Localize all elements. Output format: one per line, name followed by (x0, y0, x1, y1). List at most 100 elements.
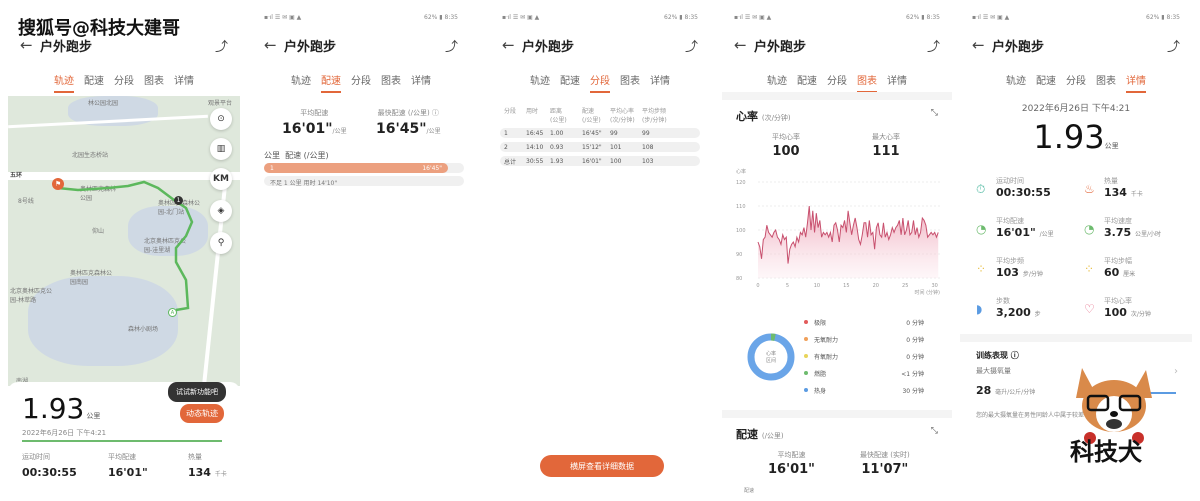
person-pin-icon[interactable]: ⚲ (210, 232, 232, 254)
status-bar: ▪ᐧıl ☰ ✉ ▣ ▲ 62% ▮ 8:35 (502, 14, 698, 21)
tab-pace[interactable]: 配速 (560, 72, 580, 93)
divider (722, 92, 952, 100)
back-arrow-icon[interactable]: ← (264, 36, 284, 54)
new-feature-tooltip: 试试新功能吧 (168, 382, 226, 402)
tab-charts[interactable]: 图表 (381, 72, 401, 93)
share-icon[interactable]: ⤴ (1167, 36, 1180, 55)
tab-charts[interactable]: 图表 (620, 72, 640, 93)
zone-dot-icon (804, 337, 808, 341)
detail-value: 60 厘米 (1104, 266, 1136, 279)
back-arrow-icon[interactable]: ← (734, 36, 754, 54)
avg-pace: 平均配速 16'01"/公里 (282, 109, 347, 137)
status-bar: ▪ᐧıl ☰ ✉ ▣ ▲ 62% ▮ 8:35 (264, 14, 458, 21)
header: ← 户外跑步 ⤴ (264, 36, 458, 55)
speed-gauge-icon: ◔ (1084, 222, 1095, 236)
tab-track[interactable]: 轨迹 (54, 72, 74, 93)
column-header: 平均步频 (步/分钟) (642, 108, 667, 124)
x-axis-label: 时间 (分钟) (915, 289, 941, 296)
fastest-pace: 最快配速 (/公里) ⓘ 16'45"/公里 (376, 109, 441, 137)
stat-duration: 运动时间 00:30:55 (22, 453, 77, 479)
end-marker-icon: A (168, 308, 177, 317)
landscape-view-button[interactable]: 横屏查看详细数据 (540, 455, 664, 477)
tab-charts[interactable]: 图表 (857, 72, 877, 93)
tab-bar: 轨迹 配速 分段 图表 详情 (722, 72, 952, 93)
share-icon[interactable]: ⤴ (685, 36, 698, 55)
detail-value: 100 次/分钟 (1104, 306, 1151, 319)
hr-zone-row: 有氧耐力 0 分钟 (804, 352, 924, 361)
tab-track[interactable]: 轨迹 (291, 72, 311, 93)
detail-item: ⁘ 平均步频 103 步/分钟 (976, 256, 1086, 286)
layers-icon[interactable]: ◈ (210, 200, 232, 222)
zone-value: 0 分钟 (906, 320, 924, 327)
stopwatch-icon: ⏱ (976, 182, 986, 196)
detail-value: 00:30:55 (996, 186, 1051, 199)
tab-pace[interactable]: 配速 (321, 72, 341, 93)
route-map[interactable]: 林公园北园 观景平台 北园生态桥站 五环 8号线 奥林匹克森林公园 奥林匹克森林… (8, 96, 240, 386)
tab-details[interactable]: 详情 (1126, 72, 1146, 93)
workout-date: 2022年6月26日 下午4:21 (22, 429, 107, 437)
dynamic-track-button[interactable]: 动态轨迹 (180, 404, 224, 423)
tab-track[interactable]: 轨迹 (1006, 72, 1026, 93)
zone-value: 30 分钟 (902, 388, 924, 395)
share-icon[interactable]: ⤴ (445, 36, 458, 55)
hr-section-title: 心率 (次/分钟) (736, 110, 791, 123)
tab-details[interactable]: 详情 (887, 72, 907, 93)
tab-charts[interactable]: 图表 (144, 72, 164, 93)
detail-item: ⁘ 平均步幅 60 厘米 (1084, 256, 1192, 286)
stride-icon: ⁘ (1084, 262, 1095, 276)
x-tick-label: 10 (814, 283, 820, 289)
tab-charts[interactable]: 图表 (1096, 72, 1116, 93)
chevron-right-icon[interactable]: › (1174, 366, 1178, 377)
training-title: 训练表现 ⓘ (976, 351, 1019, 360)
tab-segments[interactable]: 分段 (590, 72, 610, 93)
hr-zone-donut: 心率 区间 (747, 333, 795, 381)
vo2-label: 最大摄氧量 (976, 367, 1011, 375)
back-arrow-icon[interactable]: ← (972, 36, 992, 54)
tab-pace[interactable]: 配速 (797, 72, 817, 93)
y-tick-label: 110 (736, 204, 746, 210)
hr-zone-row: 极限 0 分钟 (804, 318, 924, 327)
detail-item: ♨ 热量 134 千卡 (1084, 176, 1192, 206)
back-arrow-icon[interactable]: ← (502, 36, 522, 54)
tab-pace[interactable]: 配速 (1036, 72, 1056, 93)
hr-zone-row: 燃脂 <1 分钟 (804, 369, 924, 378)
sticker-text: 科技犬 (1070, 438, 1142, 466)
pace-axis-label: 配速 (744, 488, 755, 494)
tab-details[interactable]: 详情 (411, 72, 431, 93)
header: ← 户外跑步 ⤴ (502, 36, 698, 55)
tab-segments[interactable]: 分段 (1066, 72, 1086, 93)
stat-calories: 热量 134 千卡 (188, 453, 227, 479)
detail-label: 平均步频 (996, 257, 1024, 265)
panel-pace: ▪ᐧıl ☰ ✉ ▣ ▲ 62% ▮ 8:35 ← 户外跑步 ⤴ 轨迹 配速 分段… (252, 0, 470, 501)
tab-segments[interactable]: 分段 (827, 72, 847, 93)
zone-name: 极限 (814, 320, 827, 327)
avg-hr: 平均心率 100 (772, 133, 800, 159)
detail-item: ◔ 平均配速 16'01" /公里 (976, 216, 1086, 246)
detail-label: 平均配速 (996, 217, 1024, 225)
tab-pace[interactable]: 配速 (84, 72, 104, 93)
tab-segments[interactable]: 分段 (114, 72, 134, 93)
km-toggle-button[interactable]: KM (210, 168, 232, 190)
tab-track[interactable]: 轨迹 (530, 72, 550, 93)
tab-details[interactable]: 详情 (174, 72, 194, 93)
svg-text:心率: 心率 (766, 350, 776, 357)
zone-name: 有氧耐力 (814, 354, 839, 361)
map-style-icon[interactable]: ▥ (210, 138, 232, 160)
zone-dot-icon (804, 371, 808, 375)
tab-details[interactable]: 详情 (650, 72, 670, 93)
pace-gauge-icon: ◔ (976, 222, 987, 236)
share-icon[interactable]: ⤴ (215, 36, 228, 55)
expand-icon[interactable]: ⤡ (931, 426, 938, 436)
avg-pace: 平均配速 16'01" (768, 451, 815, 477)
detail-item: ◔ 平均速度 3.75 公里/小时 (1084, 216, 1192, 246)
tab-track[interactable]: 轨迹 (767, 72, 787, 93)
zone-value: 0 分钟 (906, 337, 924, 344)
expand-icon[interactable]: ⤡ (931, 108, 938, 118)
locate-icon[interactable]: ⊙ (210, 108, 232, 130)
share-icon[interactable]: ⤴ (927, 36, 940, 55)
tab-segments[interactable]: 分段 (351, 72, 371, 93)
tab-bar: 轨迹 配速 分段 图表 详情 (490, 72, 710, 93)
zone-name: 无氧耐力 (814, 337, 839, 344)
hr-zone-row: 热身 30 分钟 (804, 386, 924, 395)
table-row-total: 总计 30:55 1.93 16'01" 100 103 (500, 156, 700, 166)
